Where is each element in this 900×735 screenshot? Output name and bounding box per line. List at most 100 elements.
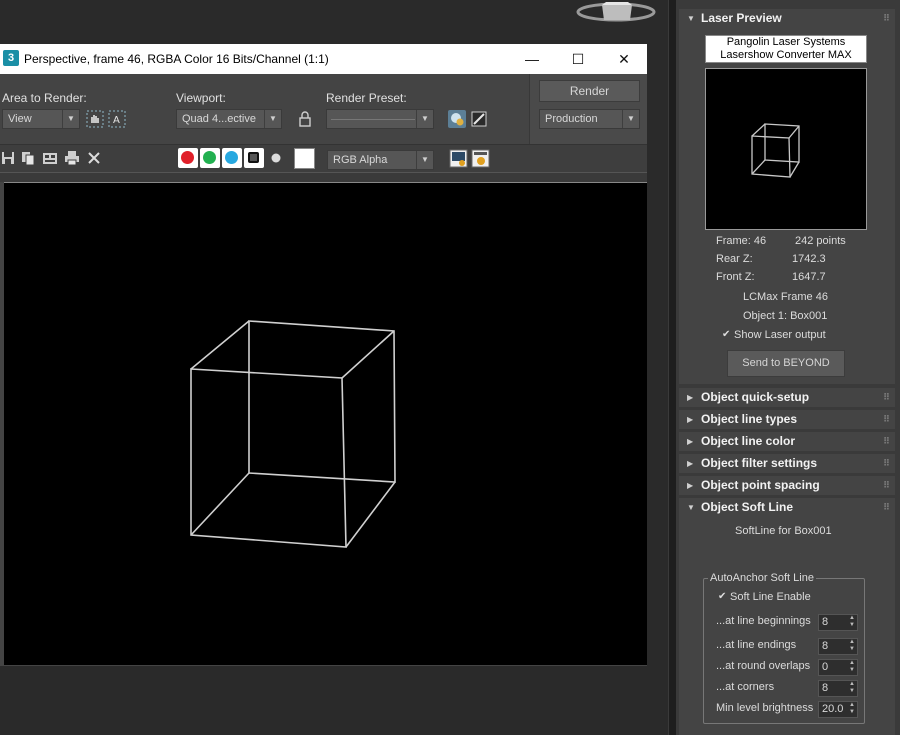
wireframe-cube-render [190,320,396,548]
rollout-title: Object filter settings [701,456,818,470]
red-channel-icon [181,151,194,164]
round-overlaps-label: ...at round overlaps [716,660,811,672]
grip-icon: ⠿ [882,13,890,23]
laser-preview-canvas [705,68,867,230]
rollout-object-line-color[interactable]: ▶ Object line color ⠿ [679,432,895,451]
expand-triangle-icon: ▶ [687,481,694,490]
toggle-ui-overlay-icon[interactable] [449,149,468,168]
spinner-arrows-icon: ▲ ▼ [849,702,855,715]
soft-line-enable-checkbox[interactable]: ✔ [718,592,728,602]
render-button[interactable]: Render [539,80,640,102]
rollout-object-soft-line[interactable]: ▼ Object Soft Line ⠿ [679,498,895,517]
rear-z-value: 1742.3 [792,253,826,265]
collapse-triangle-icon: ▼ [687,14,695,23]
line-beginnings-label: ...at line beginnings [716,615,811,627]
monochrome-icon[interactable] [268,150,284,166]
close-button[interactable]: ✕ [601,44,647,74]
points-label: 242 points [795,235,846,247]
hand-region-icon[interactable] [86,110,104,128]
frame-buffer-toolbar: RGB Alpha ▼ [0,144,647,172]
rollout-title: Object Soft Line [701,500,794,514]
viewport-value: Quad 4...ective [182,113,256,125]
display-channel-value: RGB Alpha [333,154,388,166]
company-banner: Pangolin Laser Systems Lasershow Convert… [705,35,867,63]
rendered-frame-window: 3 Perspective, frame 46, RGBA Color 16 B… [0,44,647,666]
window-titlebar[interactable]: 3 Perspective, frame 46, RGBA Color 16 B… [0,44,647,74]
rollout-title: Object line types [701,412,798,426]
laser-preview-body: Pangolin Laser Systems Lasershow Convert… [679,28,895,384]
company-line1: Pangolin Laser Systems [726,36,846,48]
company-line2: Lasershow Converter MAX [720,49,852,61]
line-endings-spinner[interactable]: 8 ▲ ▼ [818,638,858,655]
viewcube-gizmo[interactable] [576,0,656,24]
blue-channel-icon [225,151,238,164]
expand-triangle-icon: ▶ [687,393,694,402]
rollout-title: Object point spacing [701,478,820,492]
window-title: Perspective, frame 46, RGBA Color 16 Bit… [24,52,329,66]
clear-icon[interactable] [86,150,102,166]
corners-spinner[interactable]: 8 ▲ ▼ [818,680,858,697]
spinner-value: 8 [822,640,829,652]
render-preset-label: Render Preset: [326,91,407,105]
show-laser-output-label: Show Laser output [734,329,826,341]
viewport-dropdown[interactable]: Quad 4...ective ▼ [176,109,282,129]
render-setup-icon[interactable] [470,110,488,128]
print-icon[interactable] [64,150,80,166]
spinner-arrows-icon: ▲ ▼ [849,681,855,694]
copy-image-icon[interactable] [20,150,36,166]
grip-icon: ⠿ [882,414,890,424]
spinner-value: 8 [822,616,829,628]
rear-z-label: Rear Z: [716,253,753,265]
rollout-object-quick-setup[interactable]: ▶ Object quick-setup ⠿ [679,388,895,407]
show-laser-output-checkbox[interactable]: ✔ [722,330,732,340]
min-level-brightness-spinner[interactable]: 20.0 ▲ ▼ [818,701,858,718]
alpha-channel-icon [248,152,259,163]
line-endings-label: ...at line endings [716,639,797,651]
grip-icon: ⠿ [882,480,890,490]
alpha-channel-toggle[interactable] [244,148,264,168]
line-beginnings-spinner[interactable]: 8 ▲ ▼ [818,614,858,631]
production-value: Production [545,113,598,125]
frame-label: Frame: 46 [716,235,767,247]
lock-icon[interactable] [296,110,314,128]
area-to-render-dropdown[interactable]: View ▼ [2,109,80,129]
horizontal-scrollbar[interactable] [0,172,647,182]
save-image-icon[interactable] [0,150,16,166]
expand-triangle-icon: ▶ [687,415,694,424]
grip-icon: ⠿ [882,392,890,402]
chevron-down-icon: ▼ [264,110,281,128]
spinner-value: 20.0 [822,703,844,715]
render-preset-dropdown[interactable]: ▼ [326,109,434,129]
panel-divider[interactable] [668,0,676,735]
environment-settings-icon[interactable] [448,110,466,128]
chevron-down-icon: ▼ [622,110,639,128]
rollout-object-line-types[interactable]: ▶ Object line types ⠿ [679,410,895,429]
soft-line-enable-label: Soft Line Enable [730,591,811,603]
rollout-object-filter-settings[interactable]: ▶ Object filter settings ⠿ [679,454,895,473]
chevron-down-icon: ▼ [416,151,433,169]
area-to-render-label: Area to Render: [2,91,87,105]
clone-frame-icon[interactable] [42,150,58,166]
area-to-render-value: View [8,113,32,125]
send-to-beyond-button[interactable]: Send to BEYOND [727,350,845,377]
display-channel-dropdown[interactable]: RGB Alpha ▼ [327,150,434,170]
group-title: AutoAnchor Soft Line [708,572,816,584]
rollout-object-point-spacing[interactable]: ▶ Object point spacing ⠿ [679,476,895,495]
red-channel-toggle[interactable] [178,148,198,168]
round-overlaps-spinner[interactable]: 0 ▲ ▼ [818,659,858,676]
softline-for-label: SoftLine for Box001 [735,525,832,537]
preset-separator [331,119,415,120]
rollout-laser-preview[interactable]: ▼ Laser Preview ⠿ [679,9,895,28]
green-channel-icon [203,151,216,164]
front-z-label: Front Z: [716,271,755,283]
green-channel-toggle[interactable] [200,148,220,168]
expand-triangle-icon: ▶ [687,459,694,468]
production-dropdown[interactable]: Production ▼ [539,109,640,129]
blue-channel-toggle[interactable] [222,148,242,168]
minimize-button[interactable]: — [509,44,555,74]
auto-region-icon[interactable]: A [108,110,126,128]
grip-icon: ⠿ [882,502,890,512]
maximize-button[interactable]: ☐ [555,44,601,74]
toggle-ui-icon[interactable] [471,149,490,168]
clear-color-swatch[interactable] [294,148,315,169]
